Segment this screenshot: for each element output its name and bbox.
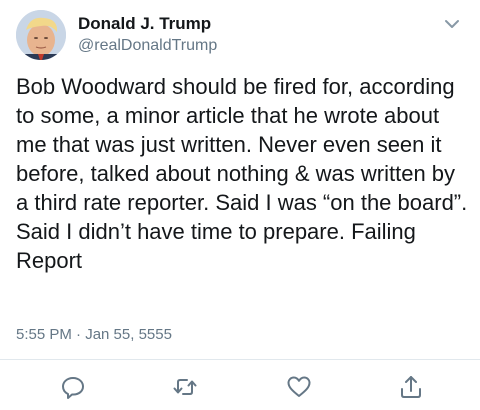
tweet-actions bbox=[0, 370, 480, 404]
tweet-card: Donald J. Trump @realDonaldTrump Bob Woo… bbox=[0, 0, 480, 410]
retweet-icon[interactable] bbox=[172, 374, 198, 400]
avatar-image bbox=[16, 10, 66, 60]
reply-icon[interactable] bbox=[60, 374, 86, 400]
avatar[interactable] bbox=[16, 10, 66, 60]
display-name[interactable]: Donald J. Trump bbox=[78, 14, 211, 34]
tweet-timestamp[interactable]: 5:55 PM · Jan 55, 5555 bbox=[16, 326, 172, 343]
tweet-header: Donald J. Trump @realDonaldTrump bbox=[16, 10, 464, 62]
tweet-text: Bob Woodward should be fired for, accord… bbox=[16, 74, 468, 273]
share-icon[interactable] bbox=[398, 374, 424, 400]
heart-icon[interactable] bbox=[286, 374, 312, 400]
divider bbox=[0, 359, 480, 360]
chevron-down-icon[interactable] bbox=[442, 16, 462, 32]
user-handle[interactable]: @realDonaldTrump bbox=[78, 37, 217, 55]
